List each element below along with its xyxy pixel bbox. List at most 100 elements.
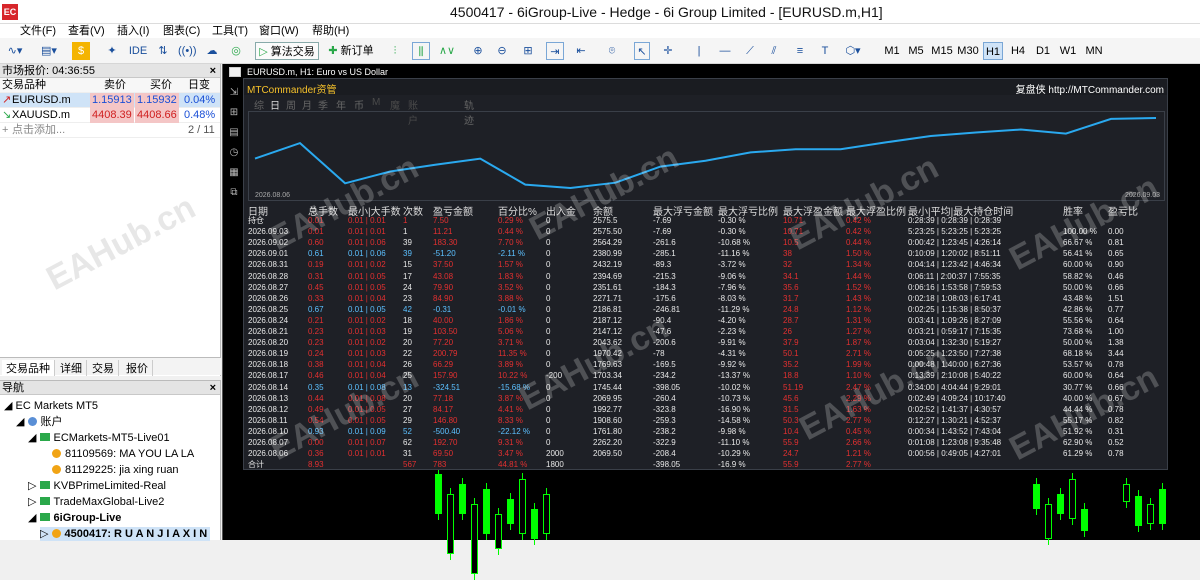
stats-cell: 50.00 % <box>1063 282 1093 292</box>
candle-chart-icon[interactable]: ⫼ <box>412 42 430 60</box>
text-icon[interactable]: T <box>818 42 832 60</box>
nav-account[interactable]: 81129225: jia xing ruan <box>52 463 179 477</box>
menu-window[interactable]: 窗口(W) <box>259 24 299 38</box>
nav-server[interactable]: ◢ ECMarkets-MT5-Live01 <box>28 431 170 445</box>
close-icon[interactable]: × <box>210 381 216 395</box>
channel-icon[interactable]: ⫽ <box>766 42 782 60</box>
nav-server[interactable]: ▷ KVBPrimeLimited-Real <box>28 479 166 493</box>
period-tab[interactable]: 月 <box>302 97 312 112</box>
cloud-icon[interactable]: ☁ <box>204 42 220 60</box>
stats-cell: 29 <box>403 415 412 425</box>
period-tab[interactable]: 魔 <box>390 97 400 112</box>
stats-cell: 39 <box>403 238 412 248</box>
bar-chart-icon[interactable]: ⫶ <box>386 42 404 60</box>
cursor-icon[interactable]: ↖ <box>634 42 650 60</box>
new-order-button[interactable]: ✚ 新订单 <box>326 42 376 60</box>
broadcast-icon[interactable]: ((•)) <box>178 42 197 60</box>
web-icon[interactable]: ◎ <box>228 42 244 60</box>
plus-icon[interactable]: ⊞ <box>225 104 243 122</box>
chart-type-icon[interactable]: ∿▾ <box>4 42 26 60</box>
nav-root[interactable]: ◢ EC Markets MT5 <box>4 399 98 413</box>
period-tab[interactable]: 周 <box>286 97 296 112</box>
pages-icon[interactable]: ⧉ <box>225 184 243 202</box>
period-tab[interactable]: 年 <box>336 97 346 112</box>
tab-symbols[interactable]: 交易品种 <box>2 360 55 376</box>
tab-details[interactable]: 详细 <box>56 360 87 376</box>
nav-account[interactable]: 81109569: MA YOU LA LA <box>52 447 194 461</box>
menu-charts[interactable]: 图表(C) <box>163 24 200 38</box>
tf-m1[interactable]: M1 <box>882 42 902 60</box>
crosshair-icon[interactable]: ✛ <box>660 42 676 60</box>
tab-trading[interactable]: 交易 <box>88 360 119 376</box>
nav-accounts[interactable]: ◢ 账户 <box>16 415 63 429</box>
tf-m15[interactable]: M15 <box>930 42 954 60</box>
list-icon[interactable]: ▤ <box>225 124 243 142</box>
mtc-link[interactable]: 复盘侠 http://MTCommander.com <box>1016 81 1164 96</box>
stats-cell: -16.90 % <box>718 404 751 414</box>
stats-row: 2026.08.20 0.23 0.01 | 0.02 20 77.20 3.71 % 0 2… <box>248 337 1165 348</box>
tab-ticks[interactable]: 报价 <box>122 360 153 376</box>
tf-h1[interactable]: H1 <box>983 42 1003 60</box>
menu-tools[interactable]: 工具(T) <box>212 24 248 38</box>
menu-help[interactable]: 帮助(H) <box>312 24 349 38</box>
nav-server[interactable]: ◢ 6iGroup-Live <box>28 511 121 525</box>
symbol-row[interactable]: ↘ XAUUSD.m 4408.39 4408.66 0.48% <box>0 108 220 123</box>
calendar-icon[interactable]: ▦ <box>225 164 243 182</box>
stats-cell: 50.1 <box>783 349 799 359</box>
screenshot-icon[interactable]: ⌾ <box>604 42 620 60</box>
algo-trading-button[interactable]: ▷ 算法交易 <box>255 42 319 60</box>
col-symbol[interactable]: 交易品种 <box>2 78 46 93</box>
templates-icon[interactable]: ▤▾ <box>36 42 62 60</box>
nav-account-active[interactable]: ▷ 4500417: R U A N J I A X I N G <box>40 527 210 541</box>
stats-cell: 2026.08.07 <box>248 438 289 447</box>
stats-cell: 20 <box>403 338 412 348</box>
stats-cell: 1.31 % <box>846 315 871 325</box>
fibonacci-icon[interactable]: ≡ <box>792 42 808 60</box>
close-icon[interactable]: × <box>210 64 216 78</box>
menu-file[interactable]: 文件(F) <box>20 24 56 38</box>
menu-insert[interactable]: 插入(I) <box>117 24 149 38</box>
col-bid[interactable]: 卖价 <box>104 78 126 93</box>
vps-icon[interactable]: ⇅ <box>155 42 171 60</box>
tf-m30[interactable]: M30 <box>956 42 980 60</box>
zoom-in-icon[interactable]: ⊕ <box>470 42 486 60</box>
tf-m5[interactable]: M5 <box>906 42 926 60</box>
ide-button[interactable]: IDE <box>128 42 148 60</box>
stats-cell: 10.5 <box>783 238 799 248</box>
period-tab[interactable]: M <box>372 97 380 108</box>
symbol-row[interactable]: ↗ EURUSD.m 1.15913 1.15932 0.04% <box>0 93 220 108</box>
ask-price: 1.15932 <box>135 93 179 108</box>
stats-cell: 1.21 % <box>846 449 871 459</box>
tf-w1[interactable]: W1 <box>1058 42 1078 60</box>
vertical-line-icon[interactable]: | <box>692 42 706 60</box>
stats-cell: 0.45 <box>308 282 324 292</box>
stats-cell: 100.00 % <box>1063 227 1097 237</box>
horizontal-line-icon[interactable]: — <box>716 42 734 60</box>
line-chart-icon[interactable]: ∧∨ <box>438 42 456 60</box>
menu-view[interactable]: 查看(V) <box>68 24 105 38</box>
nav-server[interactable]: ▷ TradeMaxGlobal-Live2 <box>28 495 164 509</box>
zoom-out-icon[interactable]: ⊖ <box>494 42 510 60</box>
add-symbol-row[interactable]: + 点击添加... 2 / 11 <box>0 123 220 138</box>
history-icon[interactable]: ◷ <box>225 144 243 162</box>
stats-cell: 0.31 <box>308 271 324 281</box>
tf-d1[interactable]: D1 <box>1033 42 1053 60</box>
tile-windows-icon[interactable]: ⊞ <box>520 42 536 60</box>
market-icon[interactable]: $ <box>72 42 90 60</box>
period-tab[interactable]: 综 <box>254 97 264 112</box>
period-tab[interactable]: 日 <box>270 97 280 112</box>
expand-icon[interactable]: ⇲ <box>225 84 243 102</box>
autoscroll-icon[interactable]: ⇥ <box>546 42 564 60</box>
signals-icon[interactable]: ✦ <box>104 42 120 60</box>
tf-h4[interactable]: H4 <box>1008 42 1028 60</box>
candle <box>1033 484 1040 509</box>
stats-cell: 2026.08.18 <box>248 360 289 370</box>
period-tab[interactable]: 币 <box>354 97 364 112</box>
chart-shift-icon[interactable]: ⇤ <box>572 42 590 60</box>
col-ask[interactable]: 买价 <box>150 78 172 93</box>
tf-mn[interactable]: MN <box>1083 42 1105 60</box>
shapes-icon[interactable]: ⬡▾ <box>840 42 866 60</box>
price-chart[interactable]: EURUSD.m, H1: Euro vs US Dollar ⇲ ⊞ ▤ ◷ … <box>222 64 1200 580</box>
period-tab[interactable]: 季 <box>318 97 328 112</box>
trendline-icon[interactable]: ⟋ <box>742 42 758 60</box>
